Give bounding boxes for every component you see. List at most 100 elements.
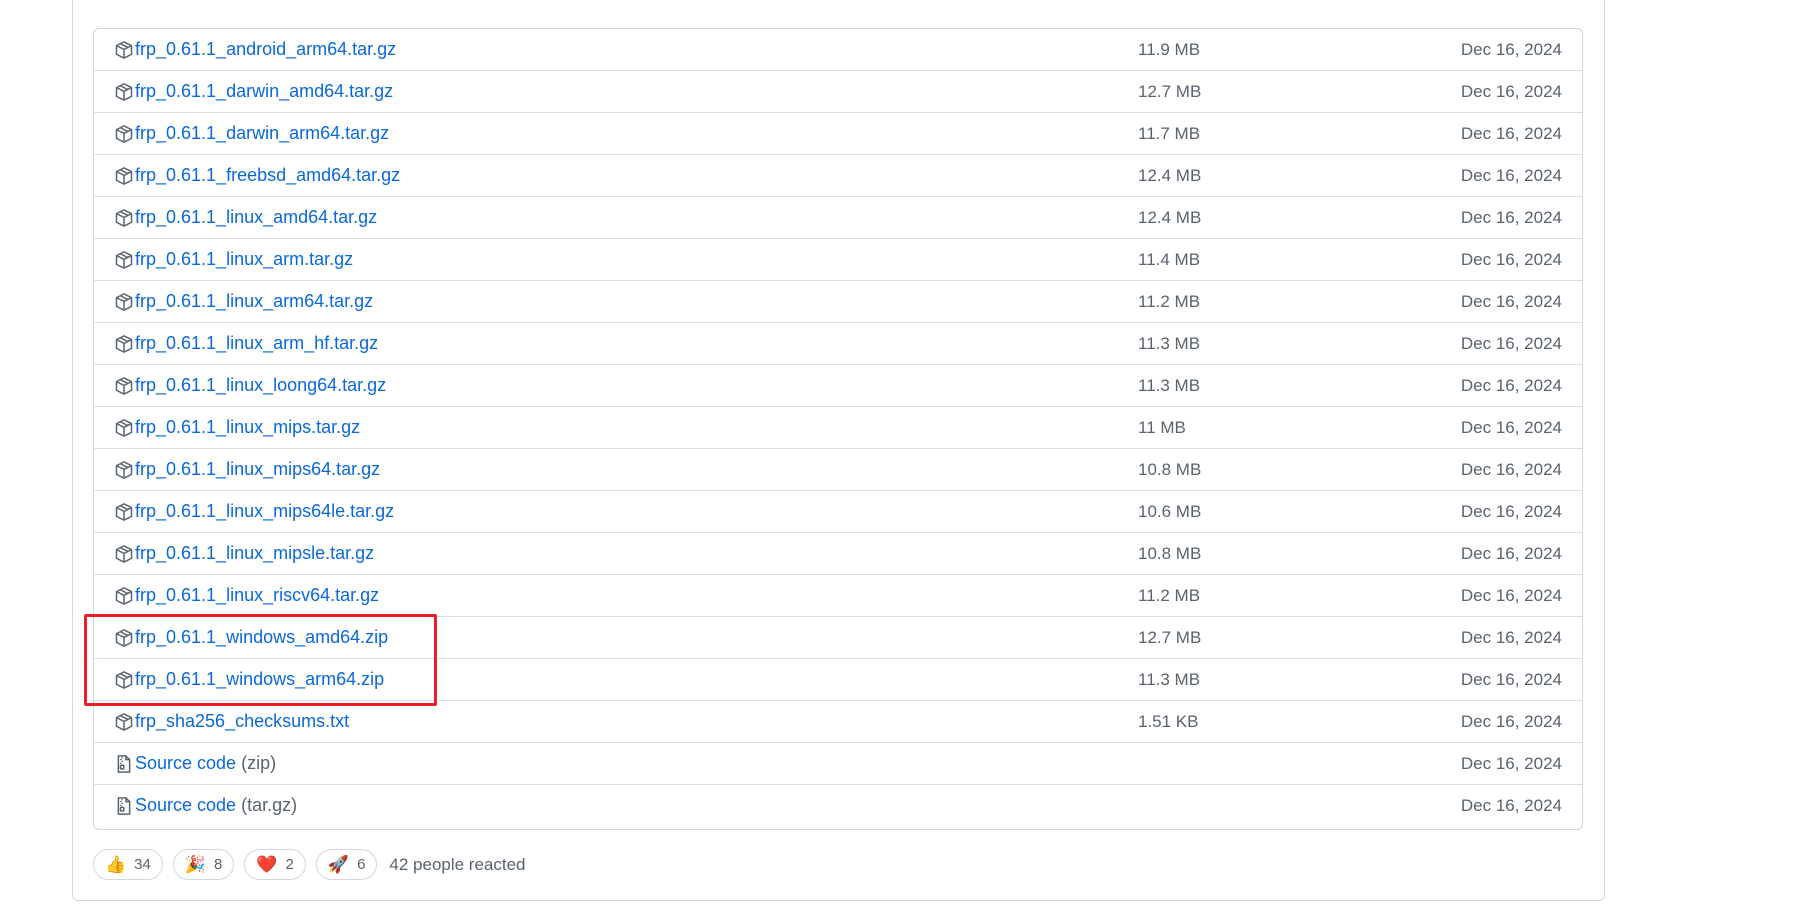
- asset-name: frp_0.61.1_darwin_arm64.tar.gz: [135, 123, 390, 143]
- asset-link[interactable]: frp_0.61.1_freebsd_amd64.tar.gz: [114, 155, 400, 196]
- asset-row: frp_0.61.1_linux_arm.tar.gz 11.4 MB Dec …: [94, 238, 1582, 280]
- asset-name: frp_0.61.1_android_arm64.tar.gz: [135, 39, 397, 59]
- asset-row: frp_0.61.1_linux_loong64.tar.gz 11.3 MB …: [94, 364, 1582, 406]
- asset-size: 11.7 MB: [1138, 123, 1201, 143]
- asset-row: frp_0.61.1_linux_arm64.tar.gz 11.2 MB De…: [94, 280, 1582, 322]
- asset-name: frp_0.61.1_darwin_amd64.tar.gz: [135, 81, 394, 101]
- asset-row: frp_0.61.1_linux_mips64le.tar.gz 10.6 MB…: [94, 490, 1582, 532]
- asset-name: frp_0.61.1_linux_mips.tar.gz: [135, 417, 361, 437]
- asset-date: Dec 16, 2024: [1460, 627, 1562, 647]
- asset-row: frp_0.61.1_windows_amd64.zip 12.7 MB Dec…: [94, 616, 1582, 658]
- asset-row: frp_sha256_checksums.txt 1.51 KB Dec 16,…: [94, 700, 1582, 742]
- hooray-icon: 🎉: [184, 855, 207, 874]
- asset-link[interactable]: frp_0.61.1_linux_arm_hf.tar.gz: [114, 323, 378, 364]
- file-zip-icon: [114, 754, 134, 774]
- asset-row: frp_0.61.1_darwin_arm64.tar.gz 11.7 MB D…: [94, 112, 1582, 154]
- asset-name: frp_0.61.1_windows_arm64.zip: [135, 669, 385, 689]
- reaction-count: 8: [214, 856, 223, 873]
- asset-date: Dec 16, 2024: [1460, 501, 1562, 521]
- asset-row: frp_0.61.1_linux_amd64.tar.gz 12.4 MB De…: [94, 196, 1582, 238]
- asset-link[interactable]: frp_0.61.1_linux_mips.tar.gz: [114, 407, 360, 448]
- asset-suffix: (tar.gz): [241, 795, 298, 815]
- asset-link[interactable]: frp_0.61.1_windows_amd64.zip: [114, 617, 388, 658]
- package-icon: [114, 712, 134, 732]
- asset-link[interactable]: frp_0.61.1_linux_amd64.tar.gz: [114, 197, 377, 238]
- asset-row: frp_0.61.1_freebsd_amd64.tar.gz 12.4 MB …: [94, 154, 1582, 196]
- package-icon: [114, 544, 134, 564]
- reaction-count: 2: [285, 856, 294, 873]
- package-icon: [114, 40, 134, 60]
- asset-row: frp_0.61.1_linux_mipsle.tar.gz 10.8 MB D…: [94, 532, 1582, 574]
- asset-name: frp_0.61.1_linux_mips64le.tar.gz: [135, 501, 395, 521]
- asset-date: Dec 16, 2024: [1460, 291, 1562, 311]
- asset-name: frp_sha256_checksums.txt: [135, 711, 350, 731]
- asset-date: Dec 16, 2024: [1460, 375, 1562, 395]
- package-icon: [114, 628, 134, 648]
- asset-date: Dec 16, 2024: [1460, 333, 1562, 353]
- asset-link[interactable]: frp_0.61.1_linux_mips64.tar.gz: [114, 449, 380, 490]
- asset-link[interactable]: frp_0.61.1_linux_mips64le.tar.gz: [114, 491, 394, 532]
- reaction-button[interactable]: 🎉 8: [172, 849, 235, 880]
- asset-link[interactable]: Source code (tar.gz): [114, 785, 297, 826]
- asset-date: Dec 16, 2024: [1460, 123, 1562, 143]
- asset-link[interactable]: frp_0.61.1_windows_arm64.zip: [114, 659, 384, 700]
- asset-link[interactable]: frp_0.61.1_darwin_arm64.tar.gz: [114, 113, 389, 154]
- asset-row: frp_0.61.1_android_arm64.tar.gz 11.9 MB …: [94, 29, 1582, 70]
- asset-link[interactable]: frp_sha256_checksums.txt: [114, 701, 349, 742]
- reaction-button[interactable]: 🚀 6: [315, 849, 378, 880]
- package-icon: [114, 460, 134, 480]
- asset-size: 11.3 MB: [1138, 669, 1201, 689]
- package-icon: [114, 670, 134, 690]
- package-icon: [114, 166, 134, 186]
- asset-link[interactable]: frp_0.61.1_linux_arm64.tar.gz: [114, 281, 373, 322]
- asset-date: Dec 16, 2024: [1460, 39, 1562, 59]
- asset-size: 12.4 MB: [1138, 207, 1202, 227]
- asset-size: 12.4 MB: [1138, 165, 1202, 185]
- asset-name: frp_0.61.1_linux_loong64.tar.gz: [135, 375, 387, 395]
- asset-name: frp_0.61.1_windows_amd64.zip: [135, 627, 389, 647]
- asset-size: 12.7 MB: [1138, 627, 1202, 647]
- asset-size: 11.3 MB: [1138, 375, 1201, 395]
- package-icon: [114, 292, 134, 312]
- asset-row: frp_0.61.1_linux_riscv64.tar.gz 11.2 MB …: [94, 574, 1582, 616]
- asset-link[interactable]: frp_0.61.1_android_arm64.tar.gz: [114, 29, 396, 70]
- asset-name: frp_0.61.1_linux_arm_hf.tar.gz: [135, 333, 379, 353]
- asset-date: Dec 16, 2024: [1460, 585, 1562, 605]
- asset-name: frp_0.61.1_linux_arm64.tar.gz: [135, 291, 374, 311]
- reaction-button[interactable]: 👍 34: [93, 849, 163, 880]
- asset-size: 10.8 MB: [1138, 459, 1202, 479]
- thumbs-up-icon: 👍: [105, 855, 127, 874]
- asset-link[interactable]: frp_0.61.1_linux_riscv64.tar.gz: [114, 575, 379, 616]
- package-icon: [114, 376, 134, 396]
- asset-size: 10.6 MB: [1138, 501, 1202, 521]
- asset-size: 12.7 MB: [1138, 81, 1202, 101]
- package-icon: [114, 82, 134, 102]
- asset-date: Dec 16, 2024: [1460, 459, 1562, 479]
- asset-size: 10.8 MB: [1138, 543, 1202, 563]
- asset-size: 11.3 MB: [1138, 333, 1201, 353]
- asset-row: frp_0.61.1_linux_arm_hf.tar.gz 11.3 MB D…: [94, 322, 1582, 364]
- asset-date: Dec 16, 2024: [1460, 753, 1562, 773]
- package-icon: [114, 502, 134, 522]
- asset-link[interactable]: frp_0.61.1_linux_arm.tar.gz: [114, 239, 353, 280]
- asset-row: Source code (zip) Dec 16, 2024: [94, 742, 1582, 784]
- asset-name: frp_0.61.1_linux_mips64.tar.gz: [135, 459, 381, 479]
- asset-size: 11.2 MB: [1138, 585, 1201, 605]
- asset-date: Dec 16, 2024: [1460, 207, 1562, 227]
- asset-date: Dec 16, 2024: [1460, 165, 1562, 185]
- package-icon: [114, 586, 134, 606]
- asset-link[interactable]: frp_0.61.1_linux_mipsle.tar.gz: [114, 533, 374, 574]
- asset-suffix: (zip): [241, 753, 277, 773]
- asset-link[interactable]: frp_0.61.1_darwin_amd64.tar.gz: [114, 71, 393, 112]
- reactions-bar: 👍 34 🎉 8 ❤️ 2 🚀 6 42 people reacted: [93, 848, 526, 881]
- reaction-button[interactable]: ❤️ 2: [244, 849, 306, 880]
- asset-name: Source code: [135, 753, 237, 773]
- asset-row: frp_0.61.1_linux_mips64.tar.gz 10.8 MB D…: [94, 448, 1582, 490]
- asset-name: frp_0.61.1_linux_mipsle.tar.gz: [135, 543, 375, 563]
- package-icon: [114, 208, 134, 228]
- reactions-summary: 42 people reacted: [389, 854, 526, 874]
- asset-link[interactable]: Source code (zip): [114, 743, 276, 784]
- asset-size: 11 MB: [1138, 417, 1186, 437]
- asset-link[interactable]: frp_0.61.1_linux_loong64.tar.gz: [114, 365, 386, 406]
- rocket-icon: 🚀: [327, 855, 350, 874]
